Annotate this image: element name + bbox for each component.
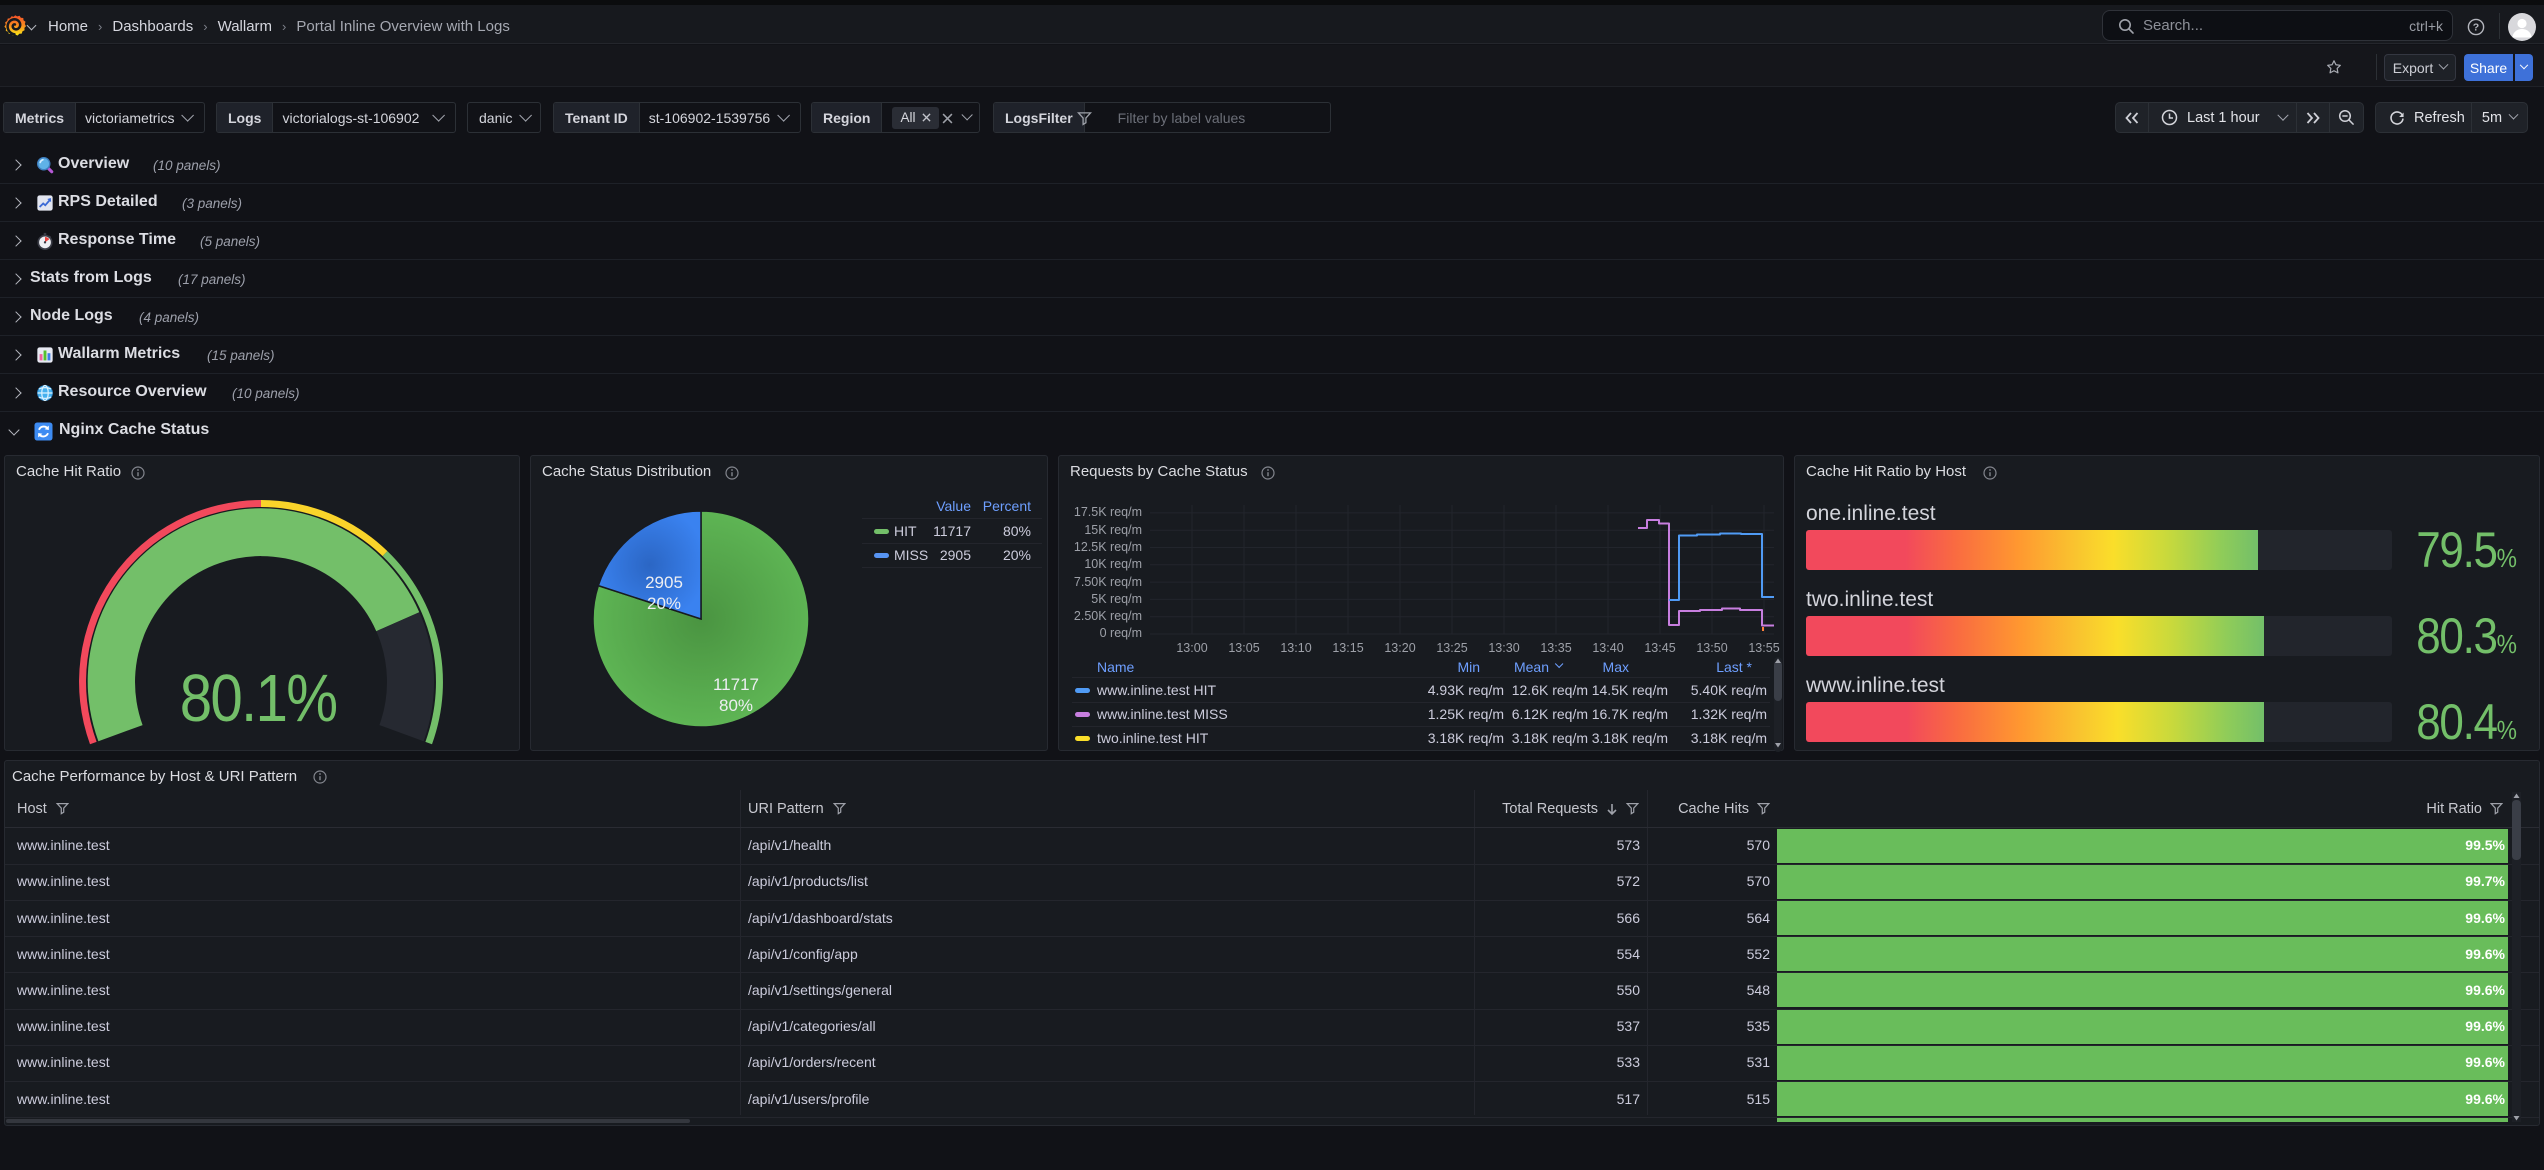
svg-text:?: ? <box>2473 22 2479 34</box>
